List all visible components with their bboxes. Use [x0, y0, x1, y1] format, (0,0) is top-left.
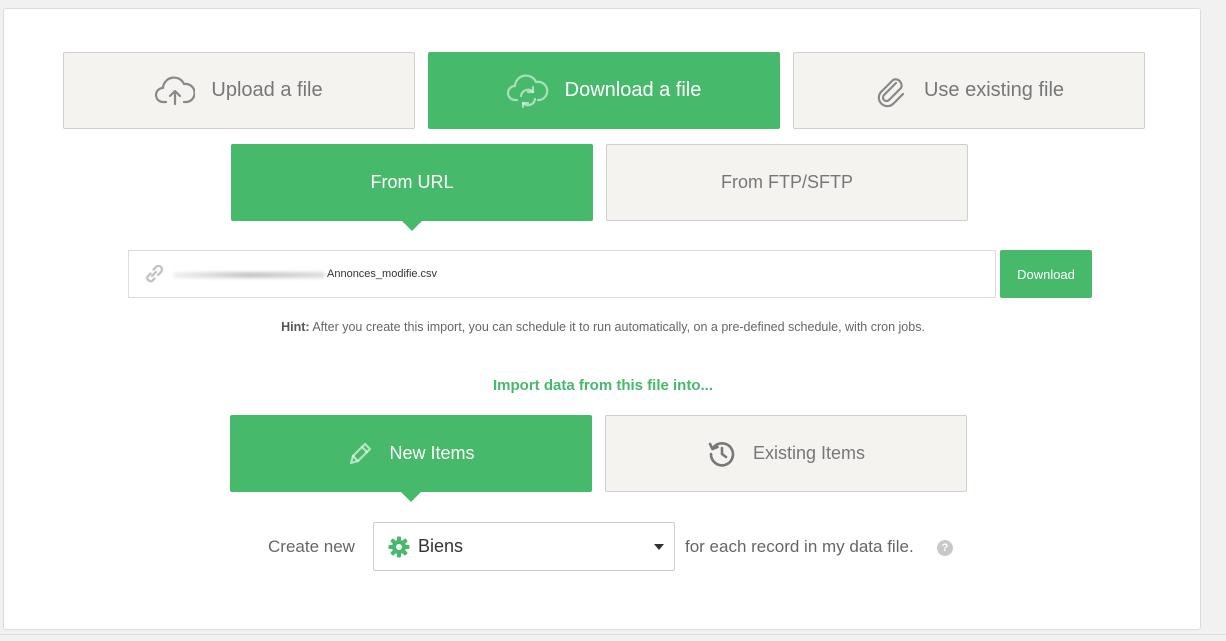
bottom-divider: [0, 634, 1226, 635]
tab-upload-file-label: Upload a file: [211, 79, 323, 101]
create-new-prefix: Create new: [268, 537, 355, 556]
tab-from-ftp-label: From FTP/SFTP: [721, 172, 853, 192]
hint-prefix: Hint:: [281, 320, 310, 334]
url-redacted-portion: [173, 272, 325, 278]
paperclip-icon: [874, 74, 908, 108]
tab-upload-file[interactable]: Upload a file: [63, 52, 415, 129]
create-new-suffix: for each record in my data file.: [685, 537, 914, 556]
chevron-down-icon: [654, 544, 664, 550]
post-type-selected: Biens: [418, 536, 464, 556]
tab-existing-items[interactable]: Existing Items: [605, 415, 967, 492]
post-type-select[interactable]: Biens: [373, 522, 675, 571]
tab-new-items[interactable]: New Items: [230, 415, 592, 502]
tab-download-file-label: Download a file: [564, 79, 702, 101]
tab-new-items-label: New Items: [389, 443, 475, 463]
link-icon: [141, 261, 167, 287]
tab-from-url-label: From URL: [370, 172, 454, 192]
tab-from-ftp[interactable]: From FTP/SFTP: [606, 144, 968, 221]
download-button[interactable]: Download: [1000, 250, 1092, 298]
import-into-label: Import data from this file into...: [492, 377, 713, 394]
tab-from-url[interactable]: From URL: [231, 144, 593, 231]
url-input[interactable]: Annonces_modifie.csv: [128, 250, 996, 298]
hint-body: After you create this import, you can sc…: [312, 320, 925, 334]
tab-download-file[interactable]: Download a file: [428, 52, 780, 129]
tab-existing-items-label: Existing Items: [752, 443, 866, 463]
gear-icon: [388, 536, 410, 558]
help-icon[interactable]: ?: [937, 540, 953, 556]
tab-use-existing-file[interactable]: Use existing file: [793, 52, 1145, 129]
cloud-upload-icon: [155, 75, 196, 107]
create-new-row: Create new Biens for each record in my d…: [0, 522, 1226, 571]
history-icon: [707, 439, 737, 469]
hint-text: Hint: After you create this import, you …: [0, 320, 1206, 334]
pencil-icon: [347, 441, 373, 467]
cloud-sync-icon: [506, 73, 549, 108]
tab-use-existing-file-label: Use existing file: [923, 79, 1065, 101]
url-value: Annonces_modifie.csv: [327, 268, 438, 280]
